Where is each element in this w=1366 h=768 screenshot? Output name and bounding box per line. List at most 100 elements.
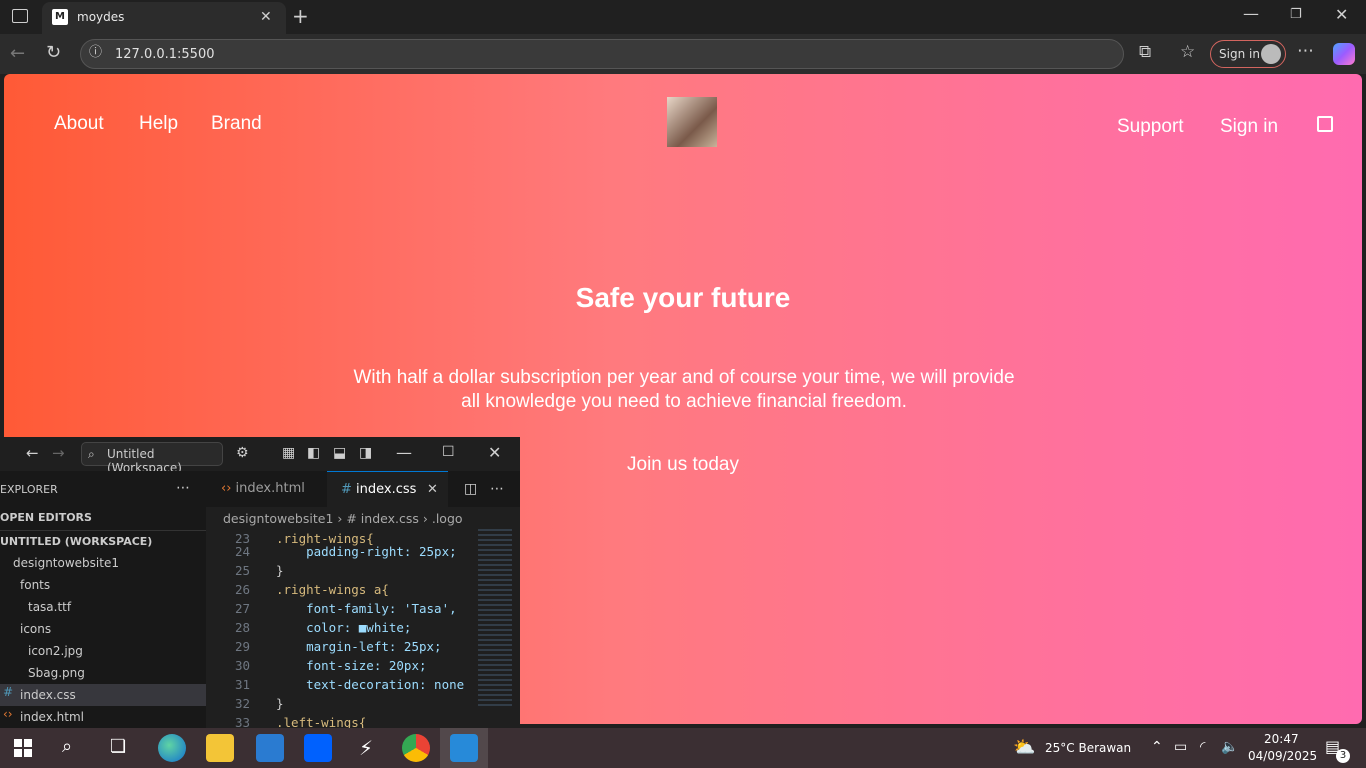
hero-title: Safe your future xyxy=(575,282,791,313)
favorites-icon[interactable]: ☆ xyxy=(1180,44,1195,61)
close-tab-icon[interactable]: ✕ xyxy=(260,10,272,24)
code-line: 29 margin-left: 25px; xyxy=(234,639,442,654)
chrome-icon[interactable] xyxy=(402,734,430,762)
nav-support-link[interactable]: Support xyxy=(1117,116,1184,138)
breadcrumb-folder[interactable]: designtowebsite1 xyxy=(223,511,333,526)
tree-item-index-html[interactable]: index.html xyxy=(0,706,206,728)
tree-item-sbag[interactable]: Sbag.png xyxy=(0,662,206,684)
maximize-icon[interactable]: ☐ xyxy=(442,445,455,459)
restore-icon[interactable]: ❐ xyxy=(1290,8,1302,21)
site-info-icon[interactable]: ⓘ xyxy=(89,46,102,59)
copilot-icon[interactable]: ⚙ xyxy=(236,446,249,460)
copilot-icon[interactable] xyxy=(1333,43,1355,65)
nav-about-link[interactable]: About xyxy=(54,113,104,135)
extensions-icon[interactable]: ⧉ xyxy=(1139,44,1151,61)
code-line: 25} xyxy=(234,563,284,578)
search-icon[interactable]: ⌕ xyxy=(62,738,72,756)
more-icon[interactable]: ⋯ xyxy=(176,481,190,495)
volume-icon[interactable]: 🔈 xyxy=(1221,739,1238,755)
hero-subtitle: With half a dollar subscription per year… xyxy=(353,367,1015,412)
css-file-icon: # xyxy=(3,685,14,699)
forward-icon[interactable]: → xyxy=(52,446,65,461)
avatar xyxy=(1261,44,1281,64)
chevron-up-icon[interactable]: ⌃ xyxy=(1151,739,1163,755)
tab-label: index.css xyxy=(356,482,417,497)
weather-text[interactable]: 25°C Berawan xyxy=(1045,741,1131,755)
minimize-icon[interactable]: — xyxy=(396,445,412,461)
site-favicon-icon: M xyxy=(52,9,68,25)
mail-icon[interactable] xyxy=(256,734,284,762)
close-window-icon[interactable]: ✕ xyxy=(488,445,501,461)
split-editor-icon[interactable]: ◫ xyxy=(464,482,477,496)
html-file-icon: ‹› xyxy=(221,481,232,496)
battery-icon[interactable]: ▭ xyxy=(1174,739,1187,755)
code-line: 32} xyxy=(234,696,284,711)
edge-icon[interactable] xyxy=(158,734,186,762)
vscode-titlebar: ← → ⌕ Untitled (Workspace) ⚙ ▦ ◧ ⬓ ◨ — ☐… xyxy=(0,437,520,475)
start-icon[interactable] xyxy=(14,739,32,757)
address-text: 127.0.0.1:5500 xyxy=(115,47,215,62)
editor-area: ‹› index.html # index.css ✕ ◫ ⋯ designto… xyxy=(206,471,520,729)
nav-signin-link[interactable]: Sign in xyxy=(1220,116,1278,138)
code-line: 31 text-decoration: none xyxy=(234,677,465,692)
code-view[interactable]: 23 .right-wings{ 24 padding-right: 25px; … xyxy=(206,529,476,729)
browser-signin-label: Sign in xyxy=(1219,47,1260,61)
tab-actions-icon[interactable] xyxy=(12,9,28,23)
app-icon[interactable]: ⚡ xyxy=(352,734,380,762)
wifi-icon[interactable]: ◜ xyxy=(1200,739,1205,755)
more-icon[interactable]: ⋯ xyxy=(490,482,504,496)
toggle-sidebar-icon[interactable]: ◧ xyxy=(307,446,320,460)
new-tab-icon[interactable]: + xyxy=(292,6,309,26)
tab-index-html[interactable]: ‹› index.html xyxy=(206,471,326,507)
code-line: 33 .left-wings{ xyxy=(234,715,367,729)
breadcrumb-symbol[interactable]: .logo xyxy=(432,511,463,526)
more-menu-icon[interactable]: ⋯ xyxy=(1297,43,1314,60)
command-center[interactable]: ⌕ Untitled (Workspace) xyxy=(81,442,223,475)
back-icon[interactable]: ← xyxy=(10,45,25,63)
tree-item-folder[interactable]: designtowebsite1 xyxy=(0,552,206,574)
active-app-highlight xyxy=(440,728,488,768)
code-line: 26 .right-wings a{ xyxy=(234,582,389,597)
close-tab-icon[interactable]: ✕ xyxy=(427,472,438,508)
nav-brand-link[interactable]: Brand xyxy=(211,113,262,135)
search-icon: ⌕ xyxy=(88,447,95,461)
minimize-icon[interactable]: — xyxy=(1243,6,1259,22)
code-line: 28 color: ■white; xyxy=(234,620,412,635)
tab-title: moydes xyxy=(77,10,125,24)
logo-image[interactable] xyxy=(667,97,717,147)
browser-tab-bar: M moydes ✕ + — ❐ ✕ xyxy=(0,0,1366,34)
browser-tab[interactable]: M moydes ✕ xyxy=(42,2,286,34)
breadcrumb-file[interactable]: # index.css xyxy=(346,511,419,526)
shopping-bag-icon[interactable] xyxy=(1317,116,1333,132)
workspace-section[interactable]: UNTITLED (WORKSPACE) xyxy=(0,530,206,552)
tree-item-tasa[interactable]: tasa.ttf xyxy=(0,596,206,618)
refresh-icon[interactable]: ↻ xyxy=(46,44,61,62)
address-bar[interactable]: ⓘ 127.0.0.1:5500 xyxy=(80,39,1124,69)
clock-time[interactable]: 20:47 xyxy=(1264,732,1299,746)
layout-icon[interactable]: ▦ xyxy=(282,446,295,460)
dropbox-icon[interactable] xyxy=(304,734,332,762)
html-file-icon: ‹› xyxy=(3,707,13,721)
tab-label: index.html xyxy=(235,481,305,496)
minimap[interactable] xyxy=(478,529,512,709)
explorer-sidebar: EXPLORER ⋯ OPEN EDITORS UNTITLED (WORKSP… xyxy=(0,471,206,728)
weather-icon[interactable]: ⛅ xyxy=(1013,737,1035,758)
task-view-icon[interactable]: ❏ xyxy=(110,738,126,756)
code-line: 27 font-family: 'Tasa', xyxy=(234,601,457,616)
clock-date[interactable]: 04/09/2025 xyxy=(1248,749,1317,763)
toggle-secondary-icon[interactable]: ◨ xyxy=(359,446,372,460)
tree-item-index-css[interactable]: index.css xyxy=(0,684,206,706)
file-explorer-icon[interactable] xyxy=(206,734,234,762)
tab-index-css[interactable]: # index.css ✕ xyxy=(327,471,448,507)
tree-item-fonts[interactable]: fonts xyxy=(0,574,206,596)
back-icon[interactable]: ← xyxy=(26,446,39,461)
close-window-icon[interactable]: ✕ xyxy=(1335,7,1348,23)
toggle-panel-icon[interactable]: ⬓ xyxy=(333,446,346,460)
breadcrumb: designtowebsite1 › # index.css › .logo xyxy=(223,511,463,526)
open-editors-section[interactable]: OPEN EDITORS xyxy=(0,507,206,529)
css-file-icon: # xyxy=(341,482,352,497)
tree-item-icons[interactable]: icons xyxy=(0,618,206,640)
browser-signin-button[interactable]: Sign in xyxy=(1210,40,1286,68)
nav-help-link[interactable]: Help xyxy=(139,113,178,135)
tree-item-icon2[interactable]: icon2.jpg xyxy=(0,640,206,662)
